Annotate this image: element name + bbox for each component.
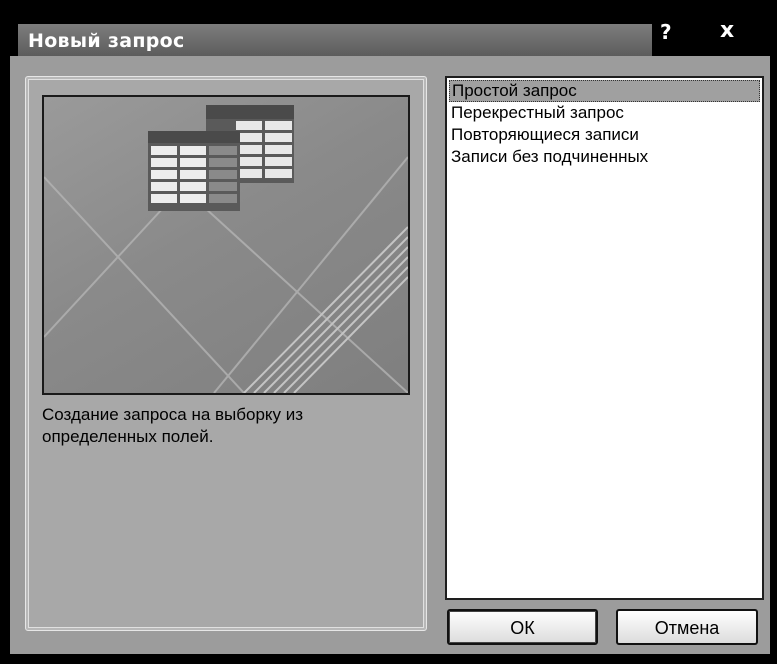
close-button[interactable]: x xyxy=(720,18,734,43)
list-item-simple-query[interactable]: Простой запрос xyxy=(449,80,760,102)
query-tables-illustration xyxy=(44,105,408,393)
preview-panel: Создание запроса на выборку из определен… xyxy=(25,76,427,631)
list-item-unmatched-query[interactable]: Записи без подчиненных xyxy=(447,146,762,168)
preview-image xyxy=(42,95,410,395)
new-query-dialog: Новый запрос ? x Создание запроса на выб… xyxy=(0,0,777,664)
query-description: Создание запроса на выборку из определен… xyxy=(42,405,304,446)
front-table-icon xyxy=(148,131,240,211)
ok-button[interactable]: ОК xyxy=(447,609,598,645)
help-button[interactable]: ? xyxy=(660,20,672,44)
list-item-crosstab-query[interactable]: Перекрестный запрос xyxy=(447,102,762,124)
list-item-duplicates-query[interactable]: Повторяющиеся записи xyxy=(447,124,762,146)
dialog-body: Создание запроса на выборку из определен… xyxy=(10,56,770,654)
title-bar: Новый запрос ? x xyxy=(10,10,767,56)
query-type-list[interactable]: Простой запрос Перекрестный запрос Повто… xyxy=(445,76,764,600)
dialog-title: Новый запрос xyxy=(28,30,185,52)
cancel-button[interactable]: Отмена xyxy=(616,609,758,645)
